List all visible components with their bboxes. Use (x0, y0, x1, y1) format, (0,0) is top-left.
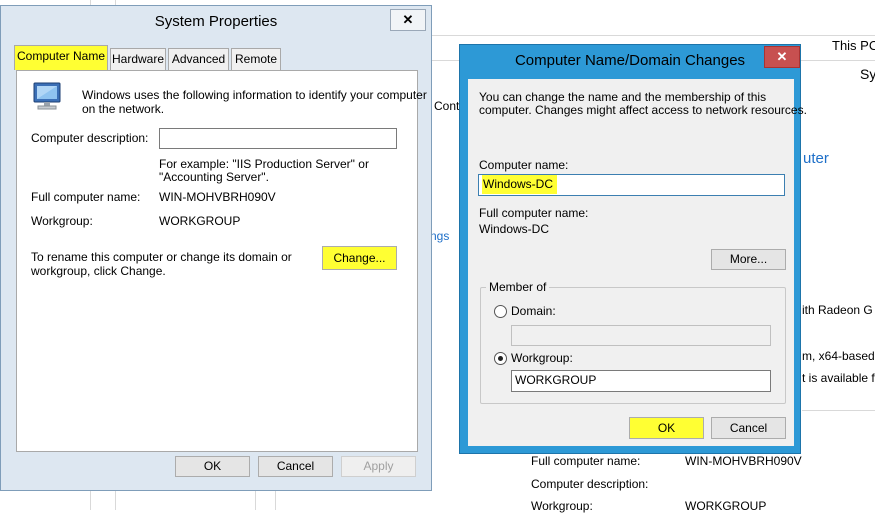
ok-button[interactable]: OK (175, 456, 250, 477)
full-computer-name-value: Windows-DC (479, 222, 550, 236)
breadcrumb-this-pc[interactable]: This PC (832, 38, 875, 53)
divider (802, 410, 875, 411)
workgroup-label: Workgroup: (511, 351, 573, 365)
domain-radio[interactable] (494, 305, 507, 318)
computer-name-input[interactable]: Windows-DC (478, 174, 785, 196)
processor-value-partial: ith Radeon G (802, 303, 873, 317)
workgroup-label: Workgroup: (531, 499, 593, 513)
intro-line-2: computer. Changes might affect access to… (479, 103, 807, 117)
computer-name-value: Windows-DC (482, 175, 558, 194)
workgroup-radio[interactable] (494, 352, 507, 365)
ok-button[interactable]: OK (629, 417, 704, 439)
system-properties-dialog: System Properties ✕ Computer Name Hardwa… (0, 5, 432, 491)
settings-link-partial[interactable]: ngs (430, 229, 449, 243)
dialog-body: You can change the name and the membersh… (468, 79, 807, 446)
dialog-title: Computer Name/Domain Changes (514, 52, 746, 69)
change-button[interactable]: Change... (322, 246, 397, 270)
member-of-label: Member of (486, 280, 550, 294)
computer-name-panel: Windows uses the following information t… (16, 70, 427, 452)
cancel-button[interactable]: Cancel (258, 456, 333, 477)
computer-icon (33, 82, 61, 110)
divider (255, 490, 256, 510)
domain-label: Domain: (511, 304, 556, 318)
tab-remote[interactable]: Remote (231, 48, 281, 70)
workgroup-value: WORKGROUP (685, 499, 767, 513)
computer-name-domain-changes-dialog: Computer Name/Domain Changes ✕ You can c… (459, 44, 807, 454)
search-box-partial[interactable]: Sy (860, 66, 875, 82)
full-computer-name-value: WIN-MOHVBRH090V (685, 454, 802, 468)
close-button[interactable]: ✕ (390, 9, 426, 31)
apply-button: Apply (341, 456, 416, 477)
pen-touch-value-partial: t is available f (802, 371, 875, 385)
rename-text-line-1: To rename this computer or change its do… (31, 250, 292, 264)
close-button[interactable]: ✕ (764, 46, 800, 68)
more-button[interactable]: More... (711, 249, 786, 270)
tab-hardware[interactable]: Hardware (110, 48, 166, 70)
dialog-title: System Properties (154, 13, 278, 30)
computer-description-label: Computer description: (31, 131, 149, 145)
nav-control-panel-partial[interactable]: Cont (434, 99, 459, 113)
full-computer-name-label: Full computer name: (531, 454, 641, 468)
intro-line-1: Windows uses the following information t… (82, 88, 427, 102)
example-line-1: For example: "IIS Production Server" or (159, 157, 369, 171)
full-computer-name-label: Full computer name: (31, 190, 141, 204)
computer-name-label: Computer name: (479, 158, 569, 172)
tab-computer-name[interactable]: Computer Name (14, 45, 108, 70)
example-line-2: "Accounting Server". (159, 170, 269, 184)
divider (275, 490, 276, 510)
system-type-value-partial: m, x64-based (802, 349, 875, 363)
intro-line-2: on the network. (82, 102, 165, 116)
tab-advanced[interactable]: Advanced (168, 48, 229, 70)
computer-description-input[interactable] (159, 128, 397, 149)
full-computer-name-label: Full computer name: (479, 206, 589, 220)
close-icon: ✕ (402, 12, 414, 27)
domain-input (511, 325, 771, 346)
workgroup-label: Workgroup: (31, 214, 93, 228)
computer-description-label: Computer description: (531, 477, 649, 491)
close-icon: ✕ (776, 49, 788, 64)
workgroup-value: WORKGROUP (159, 214, 241, 228)
workgroup-input[interactable]: WORKGROUP (511, 370, 771, 392)
intro-line-1: You can change the name and the membersh… (479, 90, 767, 104)
computer-heading-partial: uter (803, 150, 829, 167)
cancel-button[interactable]: Cancel (711, 417, 786, 439)
rename-text-line-2: workgroup, click Change. (31, 264, 166, 278)
full-computer-name-value: WIN-MOHVBRH090V (159, 190, 276, 204)
